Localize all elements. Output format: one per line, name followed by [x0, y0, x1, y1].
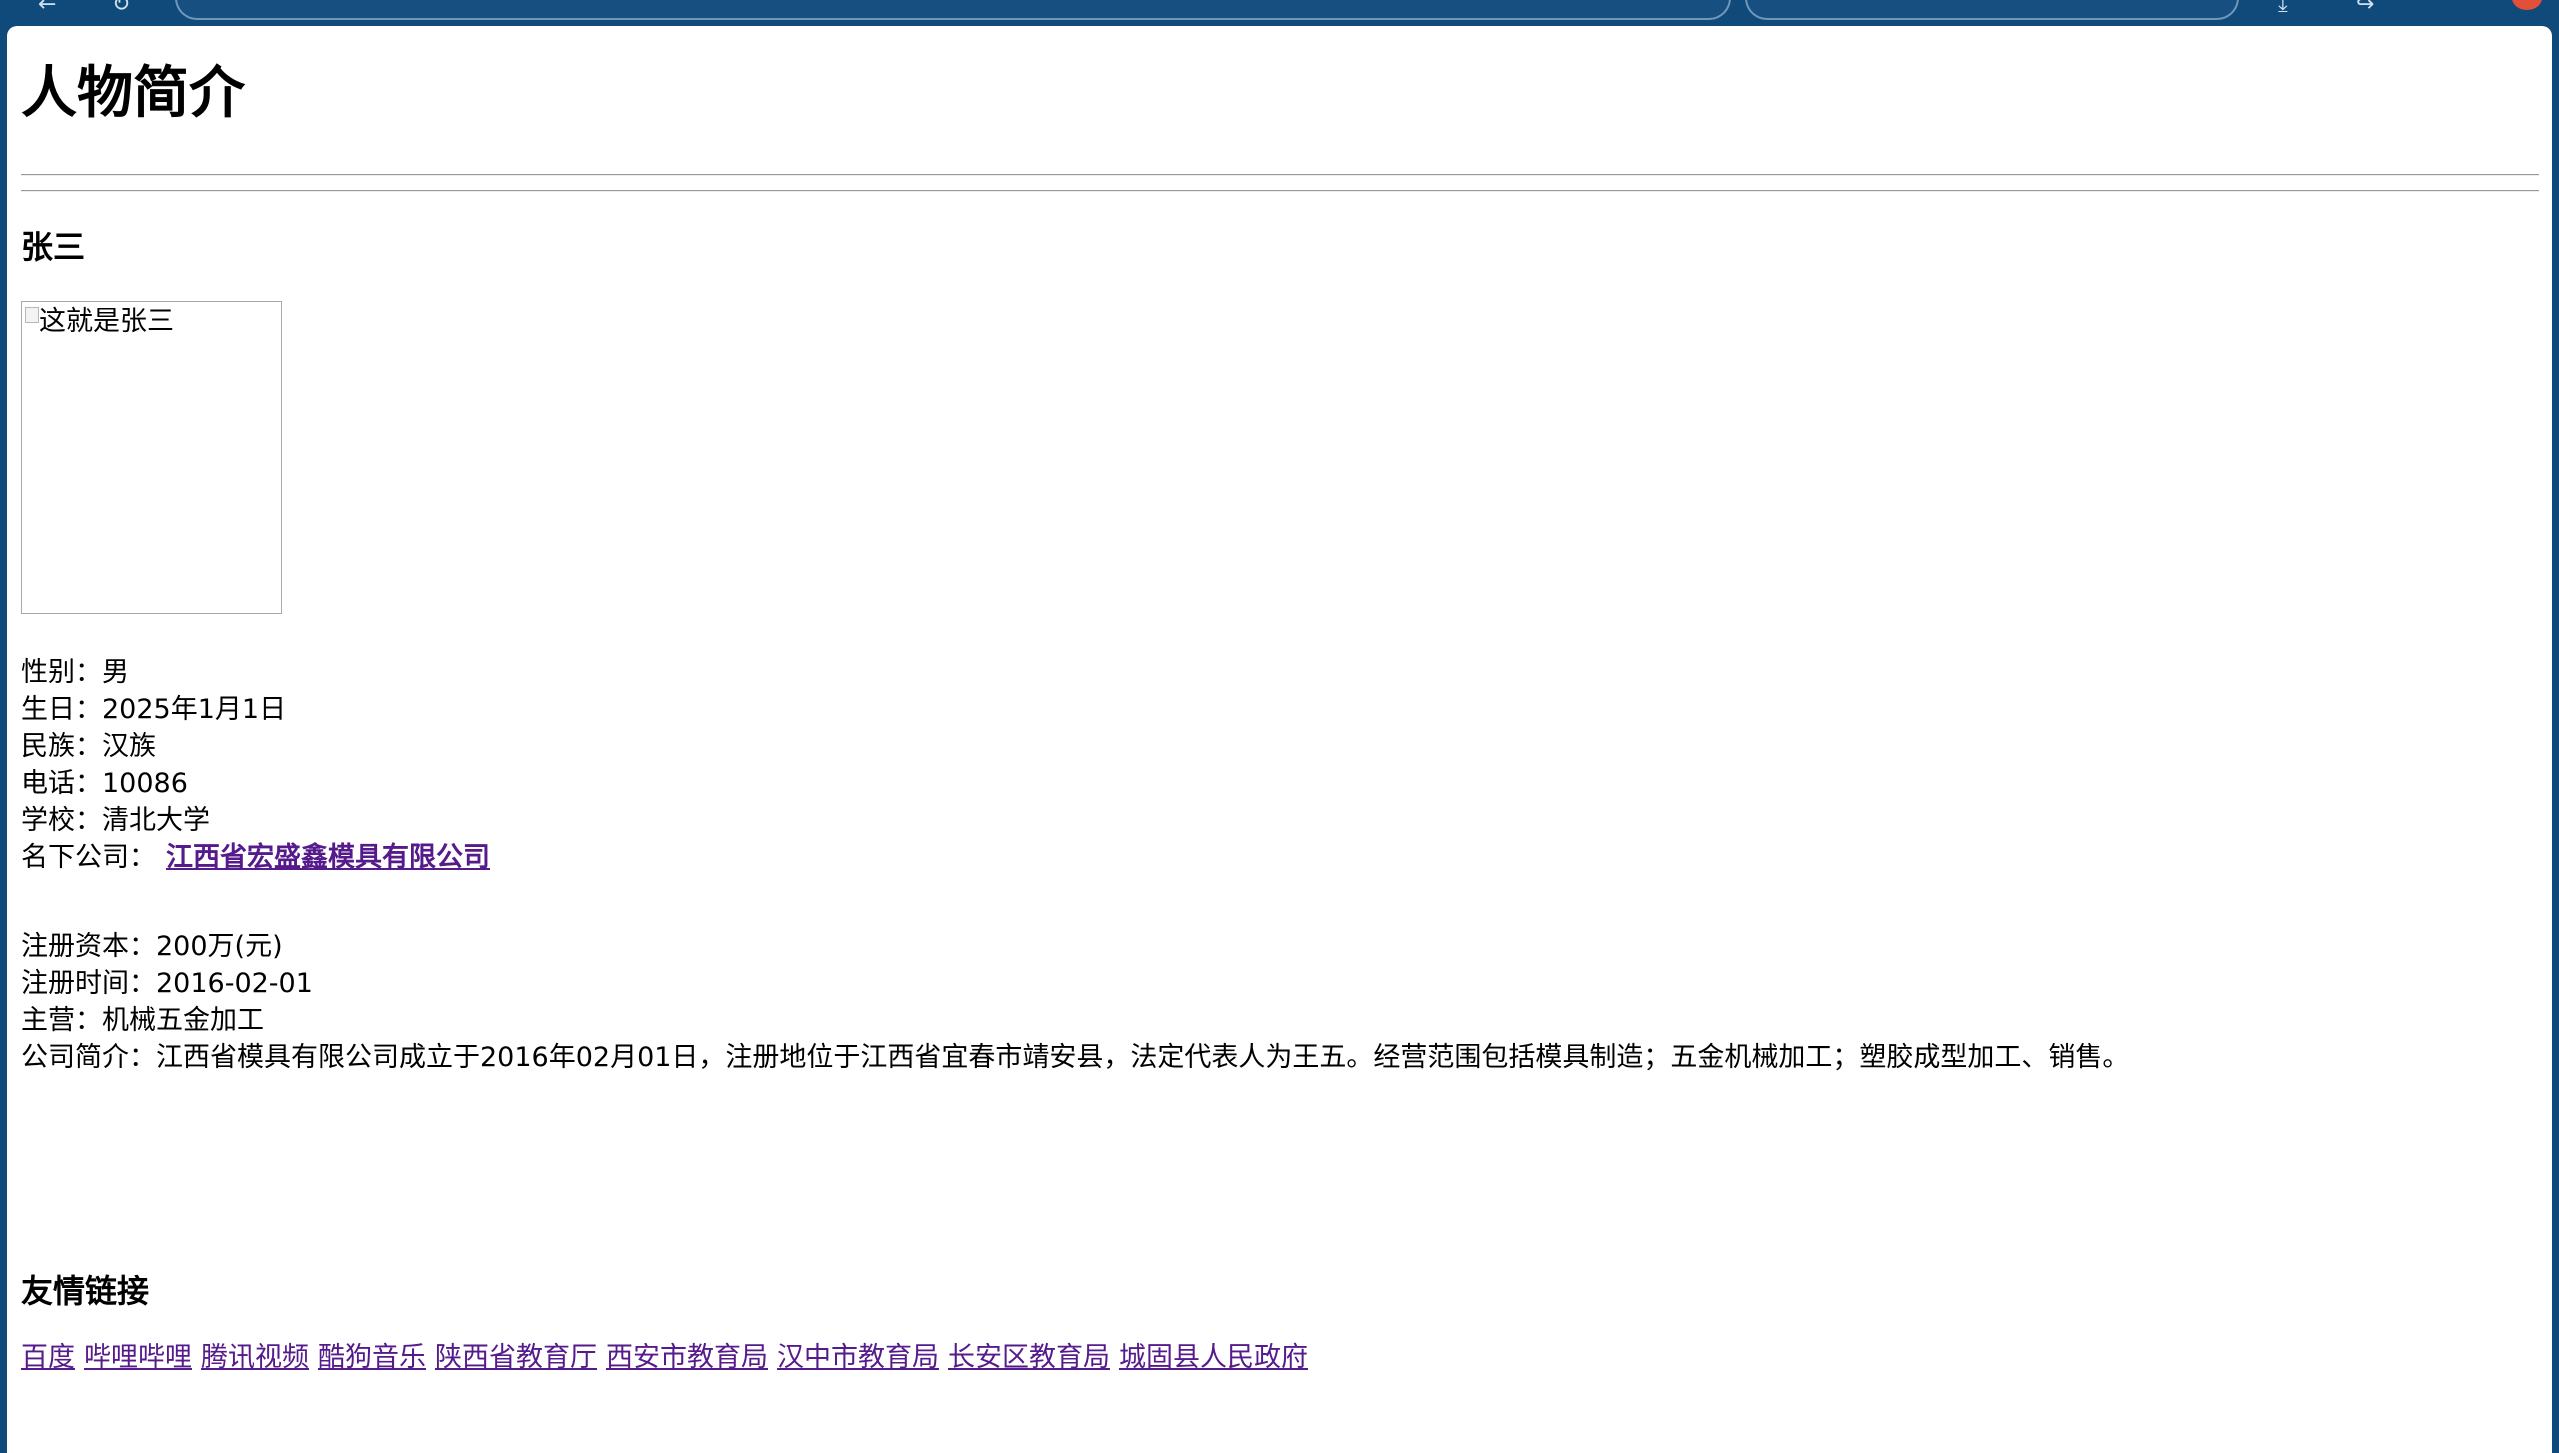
address-bar[interactable]: ◔ ☆	[175, 0, 1731, 20]
info-row-ethnicity: 民族：汉族	[21, 731, 156, 762]
person-info: 性别：男 生日：2025年1月1日 民族：汉族 电话：10086 学校：清北大学…	[21, 654, 490, 876]
company-row-business: 主营：机械五金加工	[21, 1005, 264, 1036]
download-icon[interactable]: ⤓	[2278, 0, 2288, 17]
broken-image-icon	[25, 307, 39, 323]
info-row-company: 名下公司： 江西省宏盛鑫模具有限公司	[21, 842, 490, 873]
info-row-phone: 电话：10086	[21, 768, 188, 799]
page-title: 人物简介	[21, 61, 245, 126]
info-row-school: 学校：清北大学	[21, 805, 210, 836]
info-row-gender: 性别：男	[21, 657, 129, 688]
photo-alt-text: 这就是张三	[39, 306, 174, 337]
search-icon: ⌕	[1783, 0, 1793, 1]
reader-mode-icon[interactable]: ◔	[1597, 0, 1613, 1]
friend-link[interactable]: 西安市教育局	[606, 1342, 768, 1373]
person-photo: 这就是张三	[21, 301, 282, 614]
info-row-birthday: 生日：2025年1月1日	[21, 694, 287, 725]
friend-link[interactable]: 长安区教育局	[948, 1342, 1110, 1373]
friend-link[interactable]: 汉中市教育局	[777, 1342, 939, 1373]
friend-links-heading: 友情链接	[21, 1272, 150, 1310]
friend-link[interactable]: 哔哩哔哩	[84, 1342, 192, 1373]
friend-link[interactable]: 百度	[21, 1342, 75, 1373]
company-row-capital: 注册资本：200万(元)	[21, 931, 283, 962]
friend-link[interactable]: 酷狗音乐	[318, 1342, 426, 1373]
friend-link[interactable]: 腾讯视频	[201, 1342, 309, 1373]
search-bar[interactable]: ⌕	[1745, 0, 2239, 20]
back-arrow-icon[interactable]: ←	[38, 0, 56, 17]
favorite-icon[interactable]: ☆	[1667, 0, 1683, 1]
person-name: 张三	[21, 228, 86, 266]
friend-links-list: 百度 哔哩哔哩 腾讯视频 酷狗音乐 陕西省教育厅 西安市教育局 汉中市教育局 长安区教育局 城固…	[21, 1339, 1317, 1376]
browser-toolbar: ← ↻ ◔ ☆ ⌕ ⤓ ↪	[0, 0, 2559, 26]
page-viewport: 人物简介 张三 这就是张三 性别：男 生日：2025年1月1日 民族：汉族 电话…	[7, 26, 2552, 1453]
friend-link[interactable]: 城固县人民政府	[1119, 1342, 1308, 1373]
company-row-intro: 公司简介：江西省模具有限公司成立于2016年02月01日，注册地位于江西省宜春市…	[21, 1042, 2130, 1073]
friend-link[interactable]: 陕西省教育厅	[435, 1342, 597, 1373]
company-row-registered: 注册时间：2016-02-01	[21, 968, 313, 999]
divider	[21, 174, 2539, 176]
profile-avatar[interactable]	[2512, 0, 2542, 10]
refresh-icon[interactable]: ↻	[112, 0, 130, 17]
company-info: 注册资本：200万(元) 注册时间：2016-02-01 主营：机械五金加工 公…	[21, 928, 2129, 1076]
divider	[21, 190, 2539, 192]
company-link[interactable]: 江西省宏盛鑫模具有限公司	[166, 842, 490, 873]
share-icon[interactable]: ↪	[2356, 0, 2374, 17]
